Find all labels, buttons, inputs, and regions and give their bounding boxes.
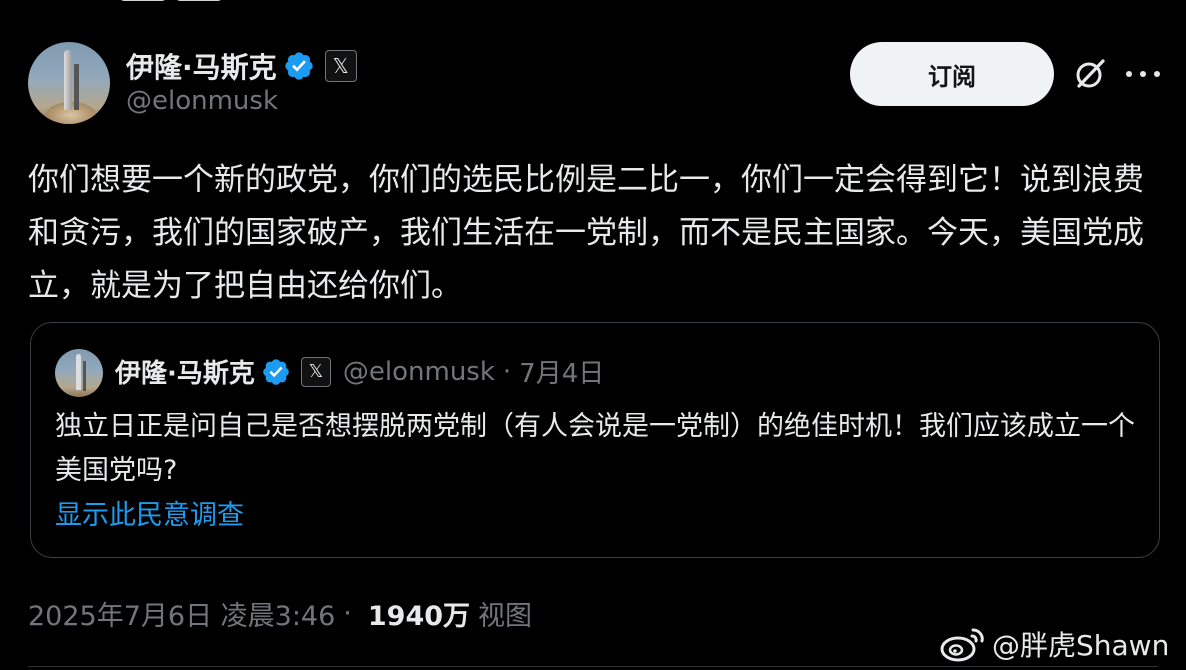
quoted-date[interactable]: 7月4日 (519, 353, 604, 390)
quoted-author-name[interactable]: 伊隆·马斯克 (115, 353, 255, 390)
weibo-logo-icon (940, 628, 984, 662)
quoted-avatar[interactable] (55, 349, 103, 397)
divider (28, 666, 1158, 667)
show-poll-link[interactable]: 显示此民意调查 (55, 493, 244, 532)
more-options-icon[interactable] (1126, 60, 1160, 88)
post-text: 你们想要一个新的政党，你们的选民比例是二比一，你们一定会得到它！说到浪费和贪污，… (28, 162, 1144, 304)
post-meta: 2025年7月6日 凌晨3:46 · 1940万 视图 (28, 594, 532, 633)
author-name-row: 伊隆·马斯克 𝕏 (126, 46, 357, 86)
post-timestamp[interactable]: 2025年7月6日 凌晨3:46 (28, 594, 335, 633)
verified-badge-icon (284, 52, 313, 80)
author-name[interactable]: 伊隆·马斯克 (126, 46, 277, 86)
quoted-author-handle[interactable]: @elonmusk (343, 357, 495, 387)
separator-dot: · (343, 598, 352, 629)
quoted-text: 独立日正是问自己是否想摆脱两党制（有人会说是一党制）的绝佳时机！我们应该成立一个… (55, 411, 1135, 486)
watermark: @胖虎Shawn (940, 624, 1169, 664)
post-header: 伊隆·马斯克 𝕏 @elonmusk 订阅 (28, 40, 1160, 126)
previous-content-fragment (120, 0, 232, 4)
separator-dot: · (502, 356, 512, 387)
grok-icon[interactable] (1072, 56, 1108, 92)
views-label: 视图 (478, 601, 533, 632)
avatar[interactable] (28, 42, 110, 124)
quoted-header: 伊隆·马斯克 𝕏 @elonmusk · 7月4日 (115, 353, 604, 390)
views-count: 1940万 (367, 601, 471, 632)
x-affiliation-icon: 𝕏 (300, 356, 331, 387)
quoted-post[interactable]: 伊隆·马斯克 𝕏 @elonmusk · 7月4日 独立日正是问自己是否想摆脱两… (30, 322, 1160, 558)
subscribe-button[interactable]: 订阅 (850, 42, 1054, 106)
watermark-text: @胖虎Shawn (992, 629, 1170, 662)
author-handle[interactable]: @elonmusk (126, 86, 278, 116)
verified-badge-icon (263, 358, 289, 385)
x-affiliation-icon: 𝕏 (324, 50, 357, 82)
